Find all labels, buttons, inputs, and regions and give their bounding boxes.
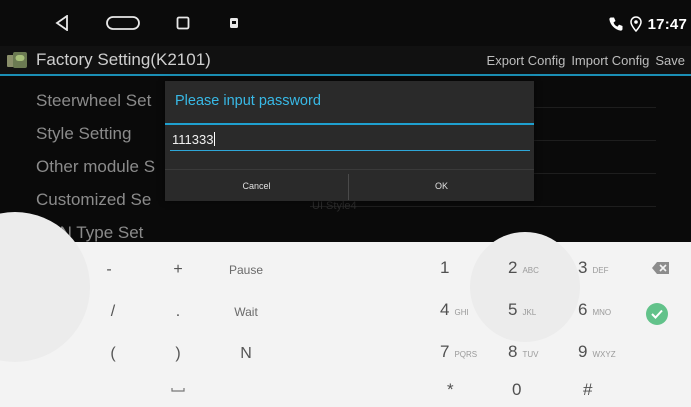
app-bar: Factory Setting(K2101) Export Config Imp… [0,46,691,76]
setting-style[interactable]: Style Setting [36,124,131,144]
key-open-paren[interactable]: ( [103,342,123,366]
key-digit: 1 [440,258,450,277]
done-button[interactable] [646,303,668,325]
key-3[interactable]: 3 DEF [578,258,608,278]
key-digit: 3 [578,258,588,277]
password-text-wrap: 111333 [172,132,216,147]
app-actions: Export Config Import Config Save [487,53,685,68]
status-indicators: 17:47 [608,12,687,36]
key-letters: WXYZ [592,350,616,359]
key-letters: PQRS [454,350,478,359]
home-button[interactable] [103,8,143,38]
key-pause[interactable]: Pause [222,258,270,282]
backspace-button[interactable] [651,260,671,276]
android-settings-icon [7,52,27,68]
key-digit: 5 [508,300,518,319]
row-divider [310,206,656,207]
notification-app-button[interactable] [226,8,242,38]
key-space[interactable] [168,378,188,402]
key-8[interactable]: 8 TUV [508,342,538,362]
key-2[interactable]: 2 ABC [508,258,539,278]
screen: 17:47 Factory Setting(K2101) Export Conf… [0,0,691,407]
key-digit: 2 [508,258,518,277]
key-letters: MNO [592,308,612,317]
backspace-icon [652,262,669,274]
key-0[interactable]: 0 [512,380,521,400]
status-bar: 17:47 [0,0,691,46]
back-icon [55,15,68,31]
key-close-paren[interactable]: ) [168,342,188,366]
ok-button[interactable]: OK [349,170,534,202]
setting-other-module[interactable]: Other module S [36,157,155,177]
key-digit: 7 [440,342,450,361]
password-value: 111333 [172,132,214,147]
space-icon [171,388,185,392]
key-dot[interactable]: . [168,300,188,324]
clock: 17:47 [647,15,687,33]
key-7[interactable]: 7 PQRS [440,342,477,362]
cancel-button[interactable]: Cancel [165,170,348,202]
app-icon [230,18,238,28]
setting-steerwheel[interactable]: Steerwheel Set [36,91,151,111]
key-plus[interactable]: + [168,258,188,282]
key-wait[interactable]: Wait [222,300,270,324]
key-6[interactable]: 6 MNO [578,300,611,320]
key-letters: GHI [454,308,469,317]
key-letters: ABC [522,266,539,275]
watermark-shape [470,232,580,342]
recent-apps-icon [176,16,190,30]
check-icon [651,309,663,319]
save-button[interactable]: Save [655,53,685,68]
password-dialog: Please input password 111333 Cancel OK [165,81,534,201]
key-letters: JKL [522,308,537,317]
recent-apps-button[interactable] [172,8,194,38]
key-digit: 4 [440,300,450,319]
key-5[interactable]: 5 JKL [508,300,536,320]
key-1[interactable]: 1 [440,258,454,278]
key-hash[interactable]: # [583,380,592,400]
location-icon [629,16,642,32]
dialog-buttons: Cancel OK [165,169,534,202]
home-icon [106,16,140,30]
export-config-button[interactable]: Export Config [487,53,566,68]
back-button[interactable] [50,8,74,38]
key-digit: 9 [578,342,588,361]
setting-customized[interactable]: Customized Se [36,190,151,210]
key-4[interactable]: 4 GHI [440,300,469,320]
key-digit: 6 [578,300,588,319]
dialog-divider [165,123,534,125]
key-slash[interactable]: / [103,300,123,324]
import-config-button[interactable]: Import Config [571,53,649,68]
password-input[interactable]: 111333 [170,132,530,151]
dialog-title: Please input password [175,93,321,109]
phone-icon [608,17,623,31]
key-9[interactable]: 9 WXYZ [578,342,616,362]
key-digit: 0 [512,380,522,399]
key-digit: # [583,380,593,399]
key-digit: 8 [508,342,518,361]
key-minus[interactable]: - [99,258,119,282]
key-star[interactable]: * [447,380,454,400]
key-letters: TUV [522,350,539,359]
key-digit: * [447,380,454,399]
app-title: Factory Setting(K2101) [36,50,211,69]
key-letters: DEF [592,266,609,275]
text-cursor [214,132,216,146]
key-n[interactable]: N [232,342,260,366]
